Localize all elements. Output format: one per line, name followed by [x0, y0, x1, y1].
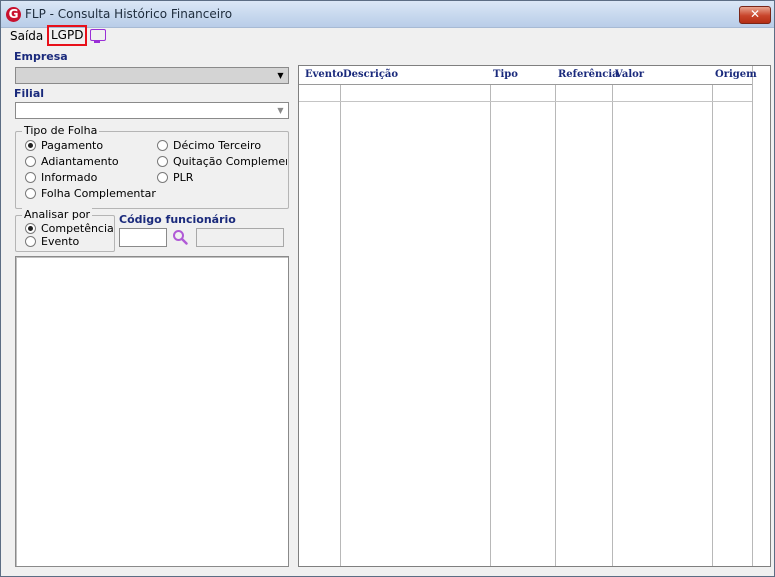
radio-dot — [25, 155, 36, 167]
radio-folha-complementar[interactable]: Folha Complementar — [25, 187, 156, 201]
grid-column — [491, 66, 556, 566]
result-tree-panel[interactable] — [15, 256, 289, 567]
filial-select[interactable]: ▼ — [15, 102, 289, 119]
radio-label: Evento — [41, 235, 80, 248]
grid-column — [713, 66, 753, 566]
grid-header-tipo[interactable]: Tipo — [493, 69, 518, 80]
radio-evento[interactable]: Evento — [25, 235, 79, 249]
menu-lgpd[interactable]: LGPD — [47, 25, 88, 46]
radio-dot — [25, 187, 36, 199]
chevron-down-icon[interactable]: ▼ — [274, 69, 287, 82]
chevron-down-icon[interactable]: ▼ — [274, 104, 287, 117]
monitor-icon[interactable] — [90, 29, 106, 43]
radio-label: Folha Complementar — [41, 187, 156, 200]
grid-header-evento[interactable]: Evento — [305, 69, 343, 80]
radio-label: PLR — [173, 171, 194, 184]
empresa-select[interactable]: ▼ — [15, 67, 289, 84]
radio-dot — [157, 155, 168, 167]
radio-quitacao-complementar[interactable]: Quitação Complementar — [157, 155, 287, 169]
radio-label: Informado — [41, 171, 98, 184]
grid-header-valor[interactable]: Valor — [615, 69, 644, 80]
codigo-funcionario-input[interactable] — [119, 228, 167, 247]
radio-dot — [25, 235, 36, 247]
main-window: G FLP - Consulta Histórico Financeiro ✕ … — [0, 0, 775, 577]
analisar-por-label: Analisar por — [22, 208, 93, 221]
radio-label: Competência — [41, 222, 114, 235]
window-title: FLP - Consulta Histórico Financeiro — [25, 7, 233, 21]
radio-dot — [157, 171, 168, 183]
radio-competencia[interactable]: Competência — [25, 222, 114, 236]
grid-column — [556, 66, 613, 566]
grid-column — [299, 66, 341, 566]
close-button[interactable]: ✕ — [739, 6, 771, 24]
filial-label: Filial — [14, 87, 45, 100]
tipo-folha-label: Tipo de Folha — [22, 124, 100, 137]
menu-saida[interactable]: Saída — [10, 29, 43, 43]
app-logo-icon: G — [6, 7, 21, 22]
radio-label: Décimo Terceiro — [173, 139, 262, 152]
menu-bar: Saída LGPD — [1, 25, 774, 46]
grid-header-referencia[interactable]: Referência — [558, 69, 619, 80]
title-bar: G FLP - Consulta Histórico Financeiro ✕ — [1, 1, 774, 28]
grid-row-divider — [299, 101, 752, 102]
search-icon[interactable] — [172, 229, 188, 245]
grid-column — [341, 66, 491, 566]
radio-adiantamento[interactable]: Adiantamento — [25, 155, 119, 169]
grid-header: Evento Descrição Tipo Referência Valor O… — [299, 66, 757, 85]
radio-informado[interactable]: Informado — [25, 171, 97, 185]
radio-label: Adiantamento — [41, 155, 119, 168]
radio-pagamento[interactable]: Pagamento — [25, 139, 103, 153]
radio-dot-checked — [25, 222, 36, 234]
nome-funcionario-field — [196, 228, 284, 247]
radio-dot — [157, 139, 168, 151]
radio-dot — [25, 171, 36, 183]
radio-plr[interactable]: PLR — [157, 171, 193, 185]
radio-label: Quitação Complementar — [173, 155, 287, 168]
radio-dot-checked — [25, 139, 36, 151]
grid-header-origem[interactable]: Origem — [715, 69, 757, 80]
empresa-label: Empresa — [14, 50, 68, 63]
radio-decimo-terceiro[interactable]: Décimo Terceiro — [157, 139, 261, 153]
radio-label: Pagamento — [41, 139, 104, 152]
grid-column — [613, 66, 713, 566]
historico-grid[interactable]: Evento Descrição Tipo Referência Valor O… — [298, 65, 771, 567]
codigo-funcionario-label: Código funcionário — [119, 213, 236, 226]
grid-header-descricao[interactable]: Descrição — [343, 69, 398, 80]
